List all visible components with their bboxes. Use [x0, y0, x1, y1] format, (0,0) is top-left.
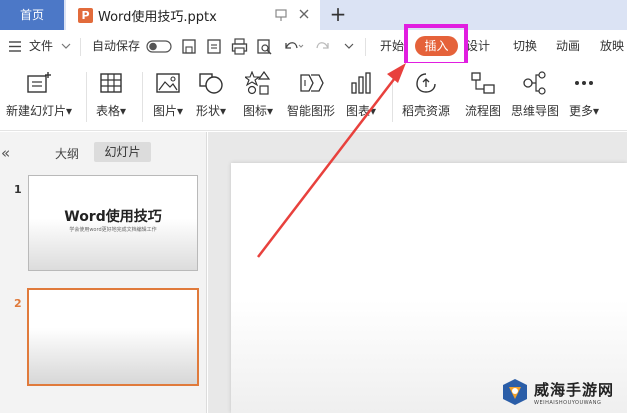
watermark-logo-icon — [500, 377, 530, 407]
watermark-name: 威海手游网 — [534, 380, 615, 399]
watermark: 威海手游网 WEIHAISHOUYOUWANG — [500, 371, 625, 413]
watermark-url: WEIHAISHOUYOUWANG — [534, 399, 602, 406]
annotation-arrow — [257, 63, 406, 258]
